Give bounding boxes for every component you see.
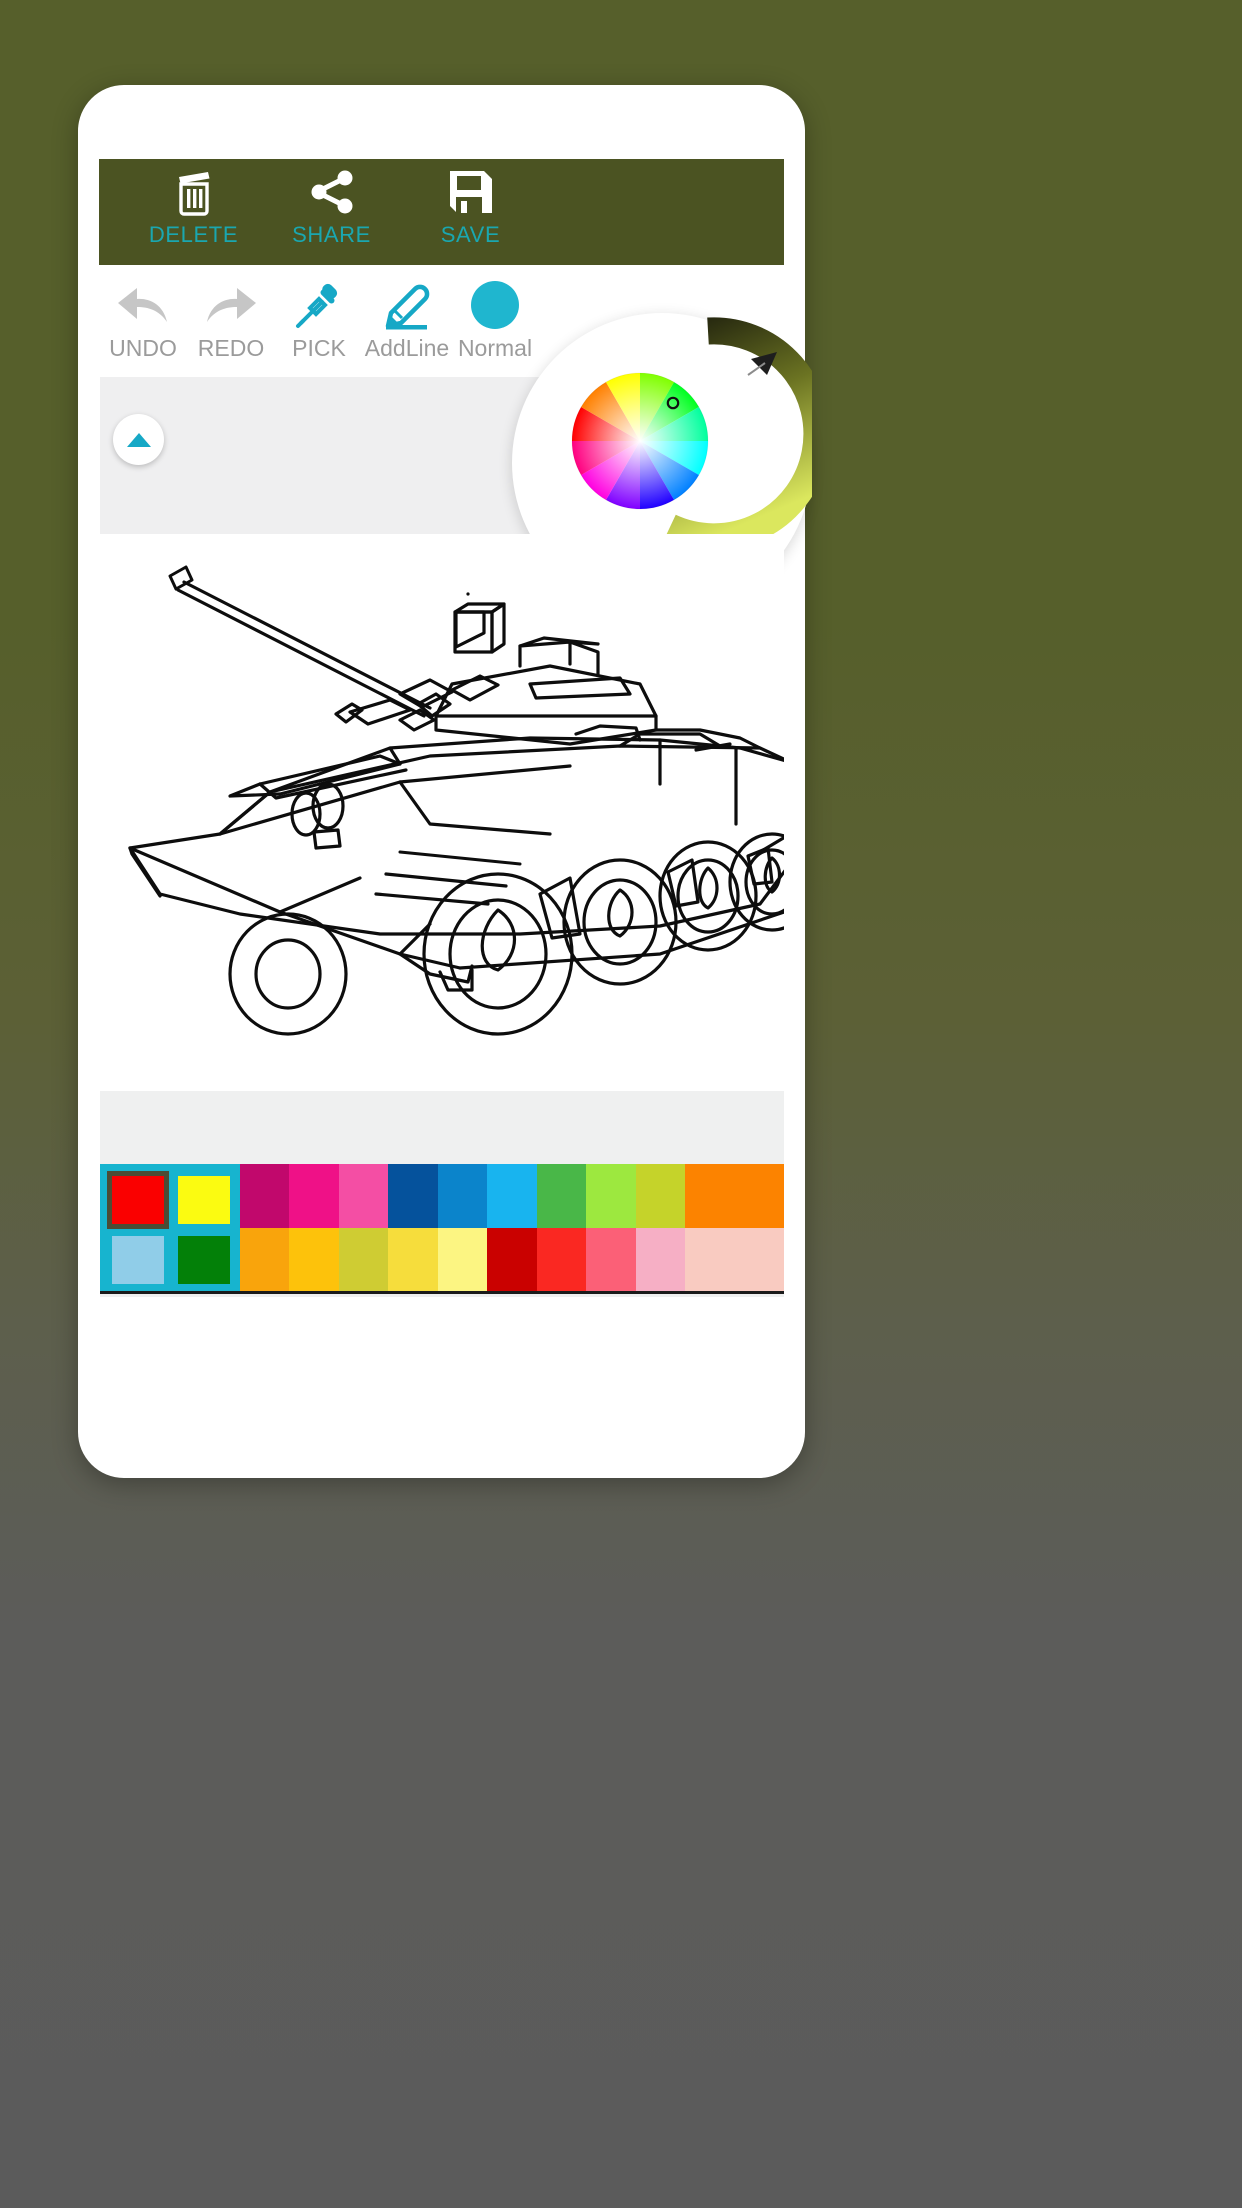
color-palette (100, 1091, 784, 1297)
palette-swatch[interactable] (437, 1164, 488, 1228)
coloring-canvas[interactable] (100, 534, 784, 1091)
panel-left-edge (78, 377, 100, 677)
floppy-save-icon (447, 168, 495, 216)
undo-button[interactable]: UNDO (99, 265, 187, 362)
recent-colors (100, 1164, 240, 1292)
delete-button[interactable]: DELETE (126, 159, 261, 248)
pick-button-label: PICK (292, 335, 346, 361)
palette-swatch[interactable] (388, 1164, 438, 1228)
redo-button-label: REDO (197, 335, 265, 361)
palette-swatch[interactable] (289, 1228, 339, 1292)
recent-swatch-3[interactable] (178, 1236, 230, 1284)
palette-swatch[interactable] (487, 1228, 537, 1292)
redo-arrow-icon (203, 277, 259, 333)
palette-swatch[interactable] (289, 1164, 339, 1228)
palette-swatches (240, 1164, 784, 1292)
undo-button-label: UNDO (109, 335, 177, 361)
recent-swatch-0[interactable] (107, 1171, 169, 1229)
palette-swatch[interactable] (685, 1228, 735, 1292)
recent-swatch-2[interactable] (112, 1236, 164, 1284)
share-button[interactable]: SHARE (264, 159, 399, 248)
palette-swatch[interactable] (487, 1164, 537, 1228)
palette-swatch[interactable] (338, 1164, 389, 1228)
share-button-label: SHARE (292, 222, 371, 247)
palette-swatch[interactable] (685, 1164, 735, 1228)
add-line-button-label: AddLine (364, 335, 450, 361)
phone-frame: DELETE SHARE SAVE UNDO REDO PICK AddLine… (78, 85, 812, 1478)
pencil-line-icon (379, 277, 435, 333)
triangle-up-icon (126, 432, 151, 447)
trash-icon (172, 168, 216, 216)
palette-swatch[interactable] (536, 1228, 587, 1292)
eyedropper-icon (292, 277, 346, 333)
palette-bottom-rule (100, 1291, 784, 1294)
palette-swatch[interactable] (734, 1164, 784, 1228)
add-line-button[interactable]: AddLine (363, 265, 451, 362)
palette-swatch[interactable] (388, 1228, 438, 1292)
save-button-label: SAVE (440, 222, 501, 247)
action-bar: DELETE SHARE SAVE (99, 159, 784, 265)
save-button[interactable]: SAVE (403, 159, 538, 248)
palette-grid (100, 1164, 784, 1292)
undo-arrow-icon (115, 277, 171, 333)
recent-swatch-1[interactable] (178, 1176, 230, 1224)
palette-swatch[interactable] (635, 1228, 686, 1292)
palette-swatch[interactable] (338, 1228, 389, 1292)
delete-button-label: DELETE (148, 222, 239, 247)
palette-swatch[interactable] (586, 1228, 636, 1292)
palette-swatch[interactable] (586, 1164, 636, 1228)
palette-swatch[interactable] (437, 1228, 488, 1292)
palette-swatch[interactable] (635, 1164, 686, 1228)
palette-swatch[interactable] (734, 1228, 784, 1292)
hue-wheel (571, 372, 709, 510)
armored-vehicle-tank-lineart (128, 565, 784, 1036)
palette-swatch[interactable] (536, 1164, 587, 1228)
pick-button[interactable]: PICK (275, 265, 363, 362)
redo-button[interactable]: REDO (187, 265, 275, 362)
palette-swatch[interactable] (240, 1164, 290, 1228)
share-icon (308, 168, 356, 216)
palette-swatch[interactable] (240, 1228, 290, 1292)
collapse-panel-button[interactable] (113, 414, 164, 465)
